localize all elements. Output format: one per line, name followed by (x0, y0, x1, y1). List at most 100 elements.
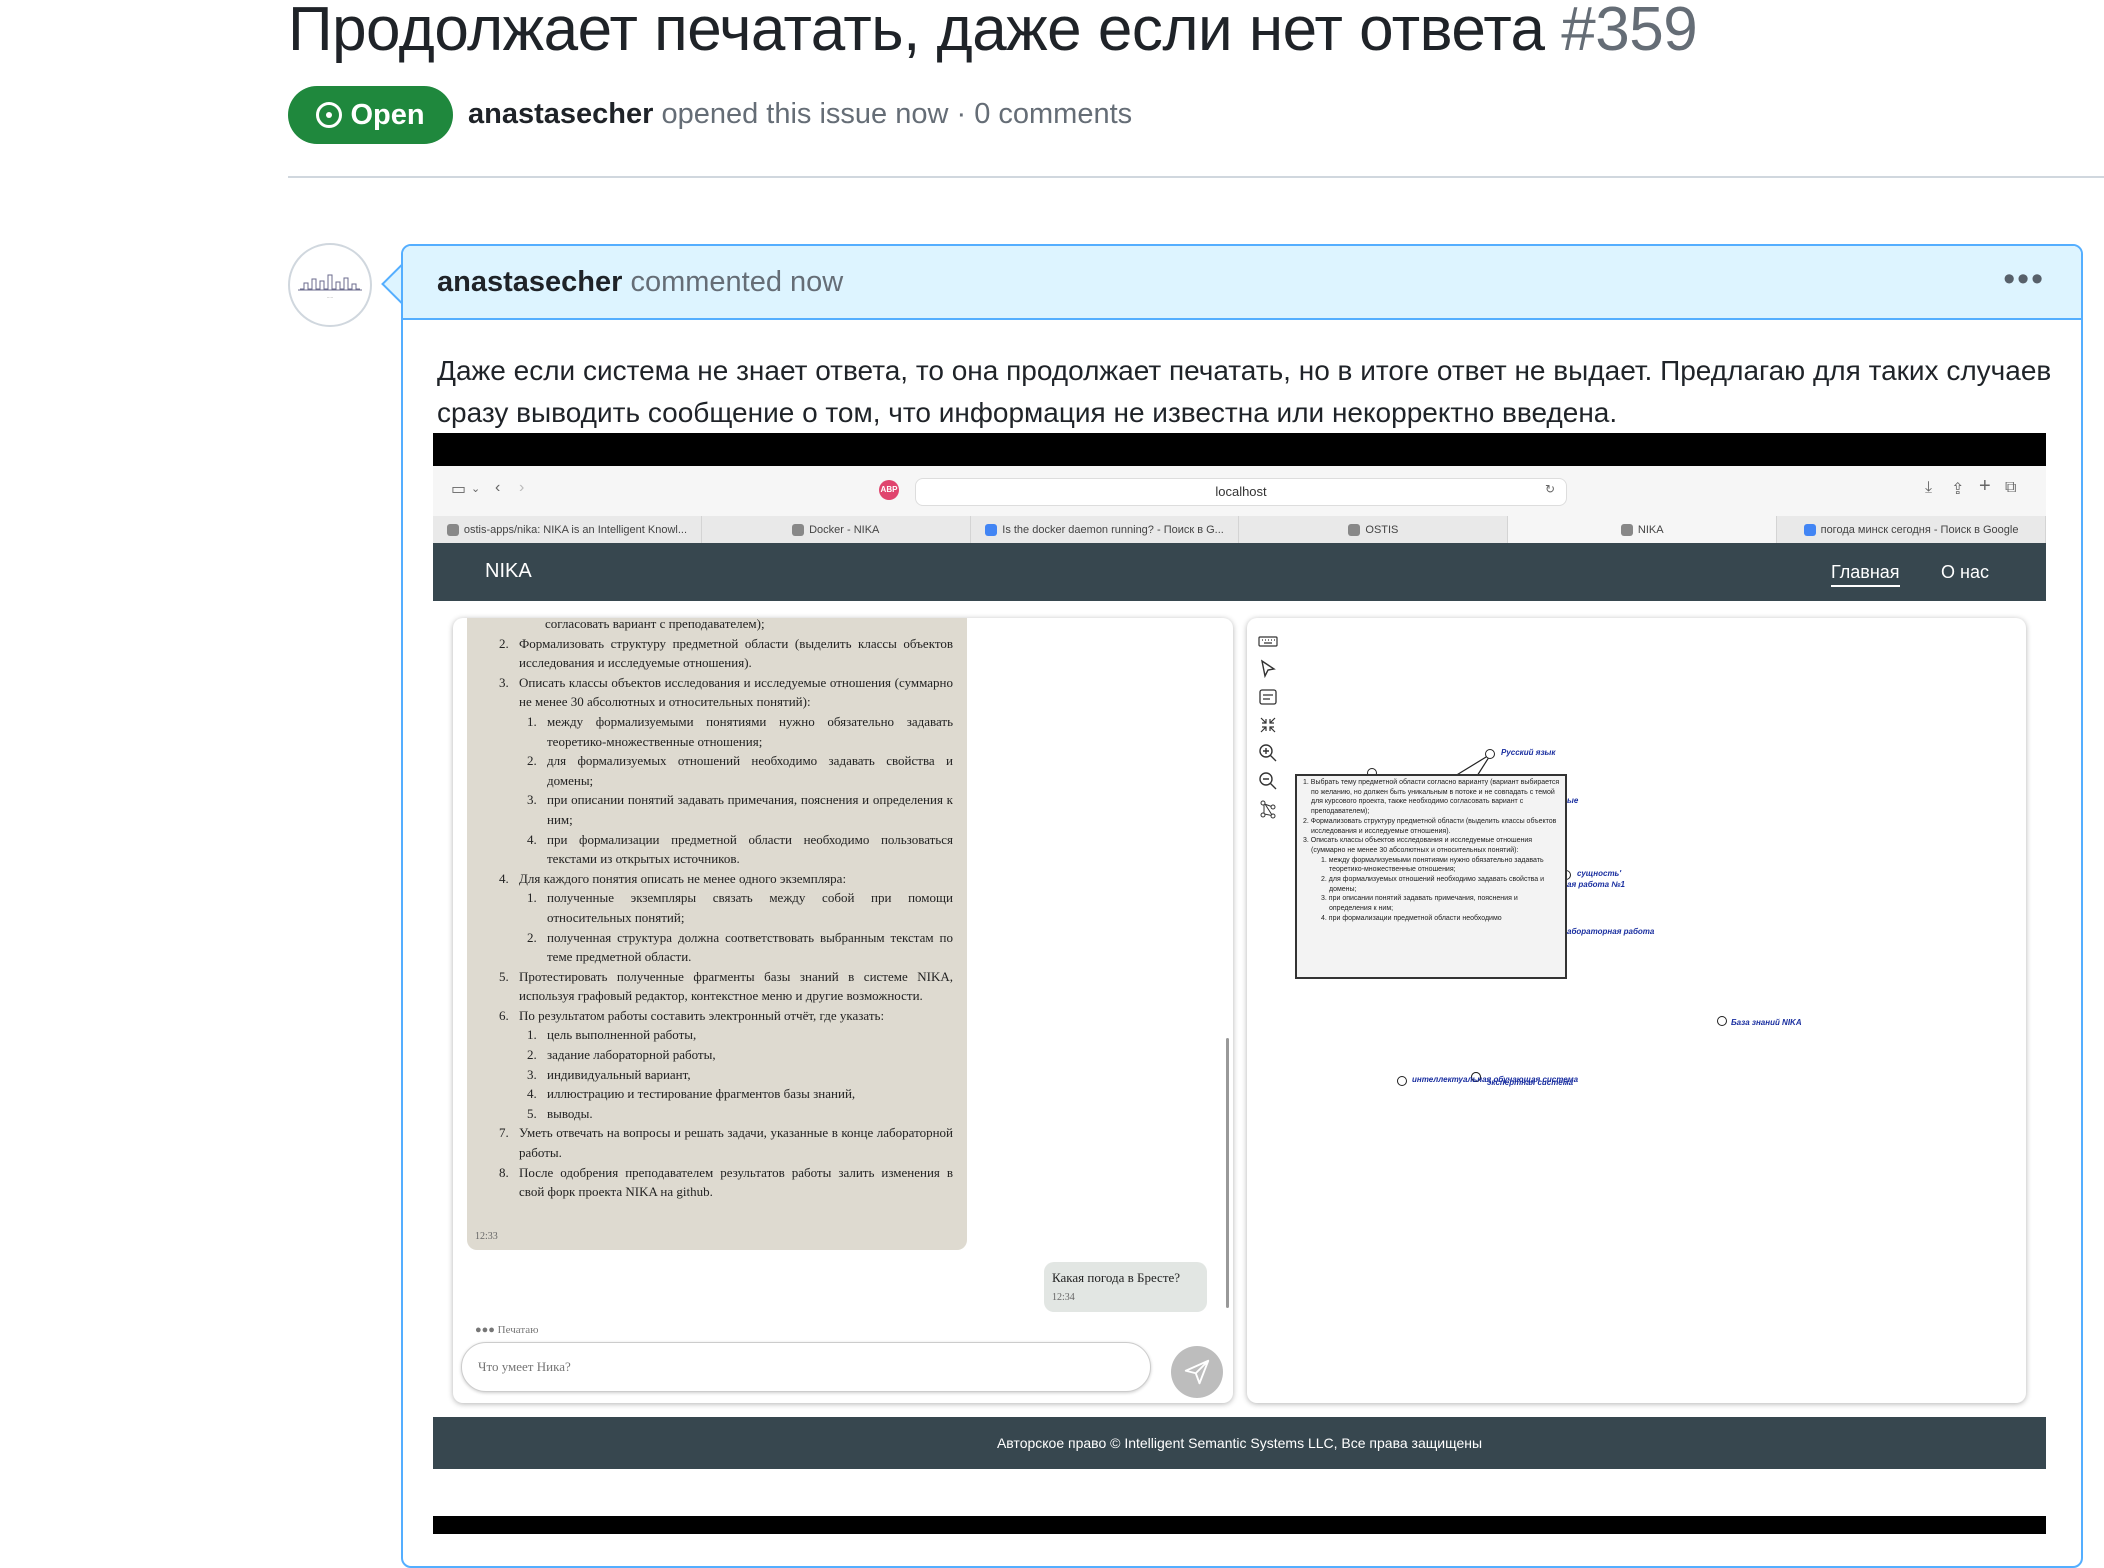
graph-node[interactable] (1717, 1016, 1727, 1026)
url-bar[interactable]: localhost (915, 478, 1567, 506)
browser-toolbar: ▭ ⌄ ‹ › ABP localhost ↻ ⤓ ⇪ + ⧉ (433, 466, 2046, 517)
issue-author-link[interactable]: anastasecher (468, 98, 653, 130)
avatar[interactable]: ····· (288, 243, 372, 327)
new-tab-icon[interactable]: + (1979, 475, 1991, 498)
bot-list-number: 2. (499, 635, 509, 651)
embedded-screenshot: ▭ ⌄ ‹ › ABP localhost ↻ ⤓ ⇪ + ⧉ ostis-ap… (433, 433, 2046, 1534)
browser-tab[interactable]: OSTIS (1239, 516, 1509, 543)
app-footer: Авторское право © Intelligent Semantic S… (433, 1417, 2046, 1469)
issue-meta-text: opened this issue now · 0 comments (661, 98, 1133, 130)
bot-list-text: Для каждого понятия описать не менее одн… (519, 870, 847, 886)
bot-list-text: Описать классы объектов исследования и и… (519, 674, 953, 710)
bot-list-text: при формализации предметной области необ… (547, 831, 953, 867)
popup-list-item: 1. Выбрать тему предметной области согла… (1303, 779, 1560, 816)
issue-state-label: Open (350, 98, 425, 131)
bot-list-item: 2. для формализуемых отношений необходим… (485, 751, 953, 790)
browser-tab[interactable]: ostis-apps/nika: NIKA is an Intelligent … (433, 516, 702, 543)
browser-tab-active[interactable]: NIKA (1508, 516, 1778, 543)
bot-list-number: 8. (499, 1164, 509, 1180)
issue-title-text: Продолжает печатать, даже если нет ответ… (288, 0, 1545, 64)
adblock-icon[interactable]: ABP (879, 480, 899, 500)
bot-list-item: 4. иллюстрацию и тестирование фрагментов… (485, 1084, 953, 1104)
bot-list-item: 4. Для каждого понятия описать не менее … (485, 869, 953, 889)
tab-overview-icon[interactable]: ⧉ (2005, 479, 2016, 497)
url-text: localhost (1215, 484, 1267, 499)
popup-list-item: 2. для формализуемых отношений необходим… (1321, 876, 1545, 893)
browser-tab[interactable]: погода минск сегодня - Поиск в Google (1777, 516, 2046, 543)
download-icon[interactable]: ⤓ (1925, 479, 1932, 497)
bot-list: 2. Формализовать структуру предметной об… (485, 634, 953, 1202)
bot-list-text: После одобрения преподавателем результат… (519, 1164, 953, 1200)
bot-list-text: для формализуемых отношений необходимо з… (547, 753, 953, 788)
header-divider (288, 176, 2104, 178)
popup-list-item: 4. при формализации предметной области н… (1321, 914, 1502, 922)
bot-list-text: между формализуемыми понятиями нужно обя… (547, 713, 953, 749)
bot-list-number: 4. (499, 870, 509, 886)
bot-list-number: 3. (527, 1066, 537, 1082)
bot-list-item: 3. при описании понятий задавать примеча… (485, 790, 953, 829)
back-arrow-icon[interactable]: ‹ (495, 479, 500, 497)
graph-node[interactable] (1397, 1076, 1407, 1086)
app-brand[interactable]: NIKA (485, 560, 532, 583)
svg-text:·····: ····· (327, 295, 333, 300)
issue-title: Продолжает печатать, даже если нет ответ… (288, 0, 1698, 65)
share-icon[interactable]: ⇪ (1951, 479, 1964, 499)
send-button[interactable] (1171, 1346, 1223, 1398)
graph-node-label: интеллектуальная обучающая система (1412, 1075, 1579, 1084)
bot-message-time: 12:33 (475, 1231, 498, 1242)
bot-message: согласовать вариант с преподавателем); 2… (467, 618, 967, 1250)
bot-list-number: 3. (527, 792, 537, 808)
bot-list-text: Формализовать структуру предметной облас… (519, 635, 953, 671)
nika-icon (1620, 523, 1633, 536)
reload-icon[interactable]: ↻ (1545, 482, 1555, 496)
send-icon (1184, 1359, 1210, 1385)
graph-node[interactable] (1485, 749, 1495, 759)
github-icon (446, 523, 459, 536)
graph-node-label: База знаний NIKA (1731, 1018, 1802, 1027)
popup-list-item: 1. между формализуемыми понятиями нужно … (1321, 856, 1544, 874)
bot-list-text: полученные экземпляры связать между собо… (547, 890, 953, 925)
bot-list-text: По результатом работы составить электрон… (519, 1007, 885, 1023)
bot-list-item: 1. полученные экземпляры связать между с… (485, 888, 953, 927)
typing-indicator: ●●● Печатаю (475, 1324, 539, 1336)
bot-list-number: 7. (499, 1125, 509, 1141)
bot-list-text: индивидуальный вариант, (547, 1066, 691, 1082)
comment-menu-button[interactable]: ••• (2003, 260, 2045, 299)
user-message: Какая погода в Бресте? 12:34 (1044, 1262, 1207, 1312)
nav-link-home[interactable]: Главная (1831, 562, 1900, 587)
issue-open-icon (316, 102, 343, 128)
nav-link-about[interactable]: О нас (1941, 562, 1989, 583)
bot-list-number: 2. (527, 929, 537, 945)
graph-node-label: Русский язык (1501, 748, 1556, 757)
popup-list-item: 3. при описании понятий задавать примеча… (1321, 895, 1518, 913)
user-message-time: 12:34 (1052, 1292, 1075, 1303)
popup-list-item: 3. Описать классы объектов исследования … (1303, 837, 1533, 854)
bot-list-item: 6. По результатом работы составить элект… (485, 1006, 953, 1026)
bot-list-item: 5. Протестировать полученные фрагменты б… (485, 967, 953, 1006)
forward-arrow-icon[interactable]: › (519, 479, 524, 497)
bot-list-number: 1. (527, 713, 537, 729)
comment-author-link[interactable]: anastasecher (437, 266, 622, 298)
chevron-down-icon[interactable]: ⌄ (471, 482, 480, 495)
bot-list-text: цель выполненной работы, (547, 1027, 697, 1043)
bot-line: согласовать вариант с преподавателем); (545, 618, 765, 631)
graph-node-label: сущность' (1577, 869, 1622, 878)
graph-edges (1454, 753, 1492, 777)
bot-list-text: выводы. (547, 1105, 593, 1121)
node-popup: 1. Выбрать тему предметной области согла… (1295, 774, 1567, 979)
chat-panel: согласовать вариант с преподавателем); 2… (453, 618, 1233, 1403)
browser-tabs: ostis-apps/nika: NIKA is an Intelligent … (433, 516, 2046, 544)
sidebar-toggle-icon[interactable]: ▭ (451, 479, 466, 499)
popup-list-item: 2. Формализовать структуру предметной об… (1303, 817, 1557, 835)
issue-meta: anastasecher opened this issue now · 0 c… (468, 98, 1132, 131)
bot-list-item: 2. полученная структура должна соответст… (485, 928, 953, 967)
bot-list-number: 2. (527, 753, 537, 769)
bot-list-item: 7. Уметь отвечать на вопросы и решать за… (485, 1123, 953, 1162)
chat-scrollbar[interactable] (1226, 1038, 1229, 1308)
bot-list-item: 1. между формализуемыми понятиями нужно … (485, 712, 953, 751)
browser-tab[interactable]: Docker - NIKA (702, 516, 971, 543)
google-icon (1803, 523, 1816, 536)
graph-node-label: ые (1567, 796, 1579, 805)
browser-tab[interactable]: Is the docker daemon running? - Поиск в … (971, 516, 1240, 543)
chat-input[interactable] (461, 1342, 1151, 1392)
